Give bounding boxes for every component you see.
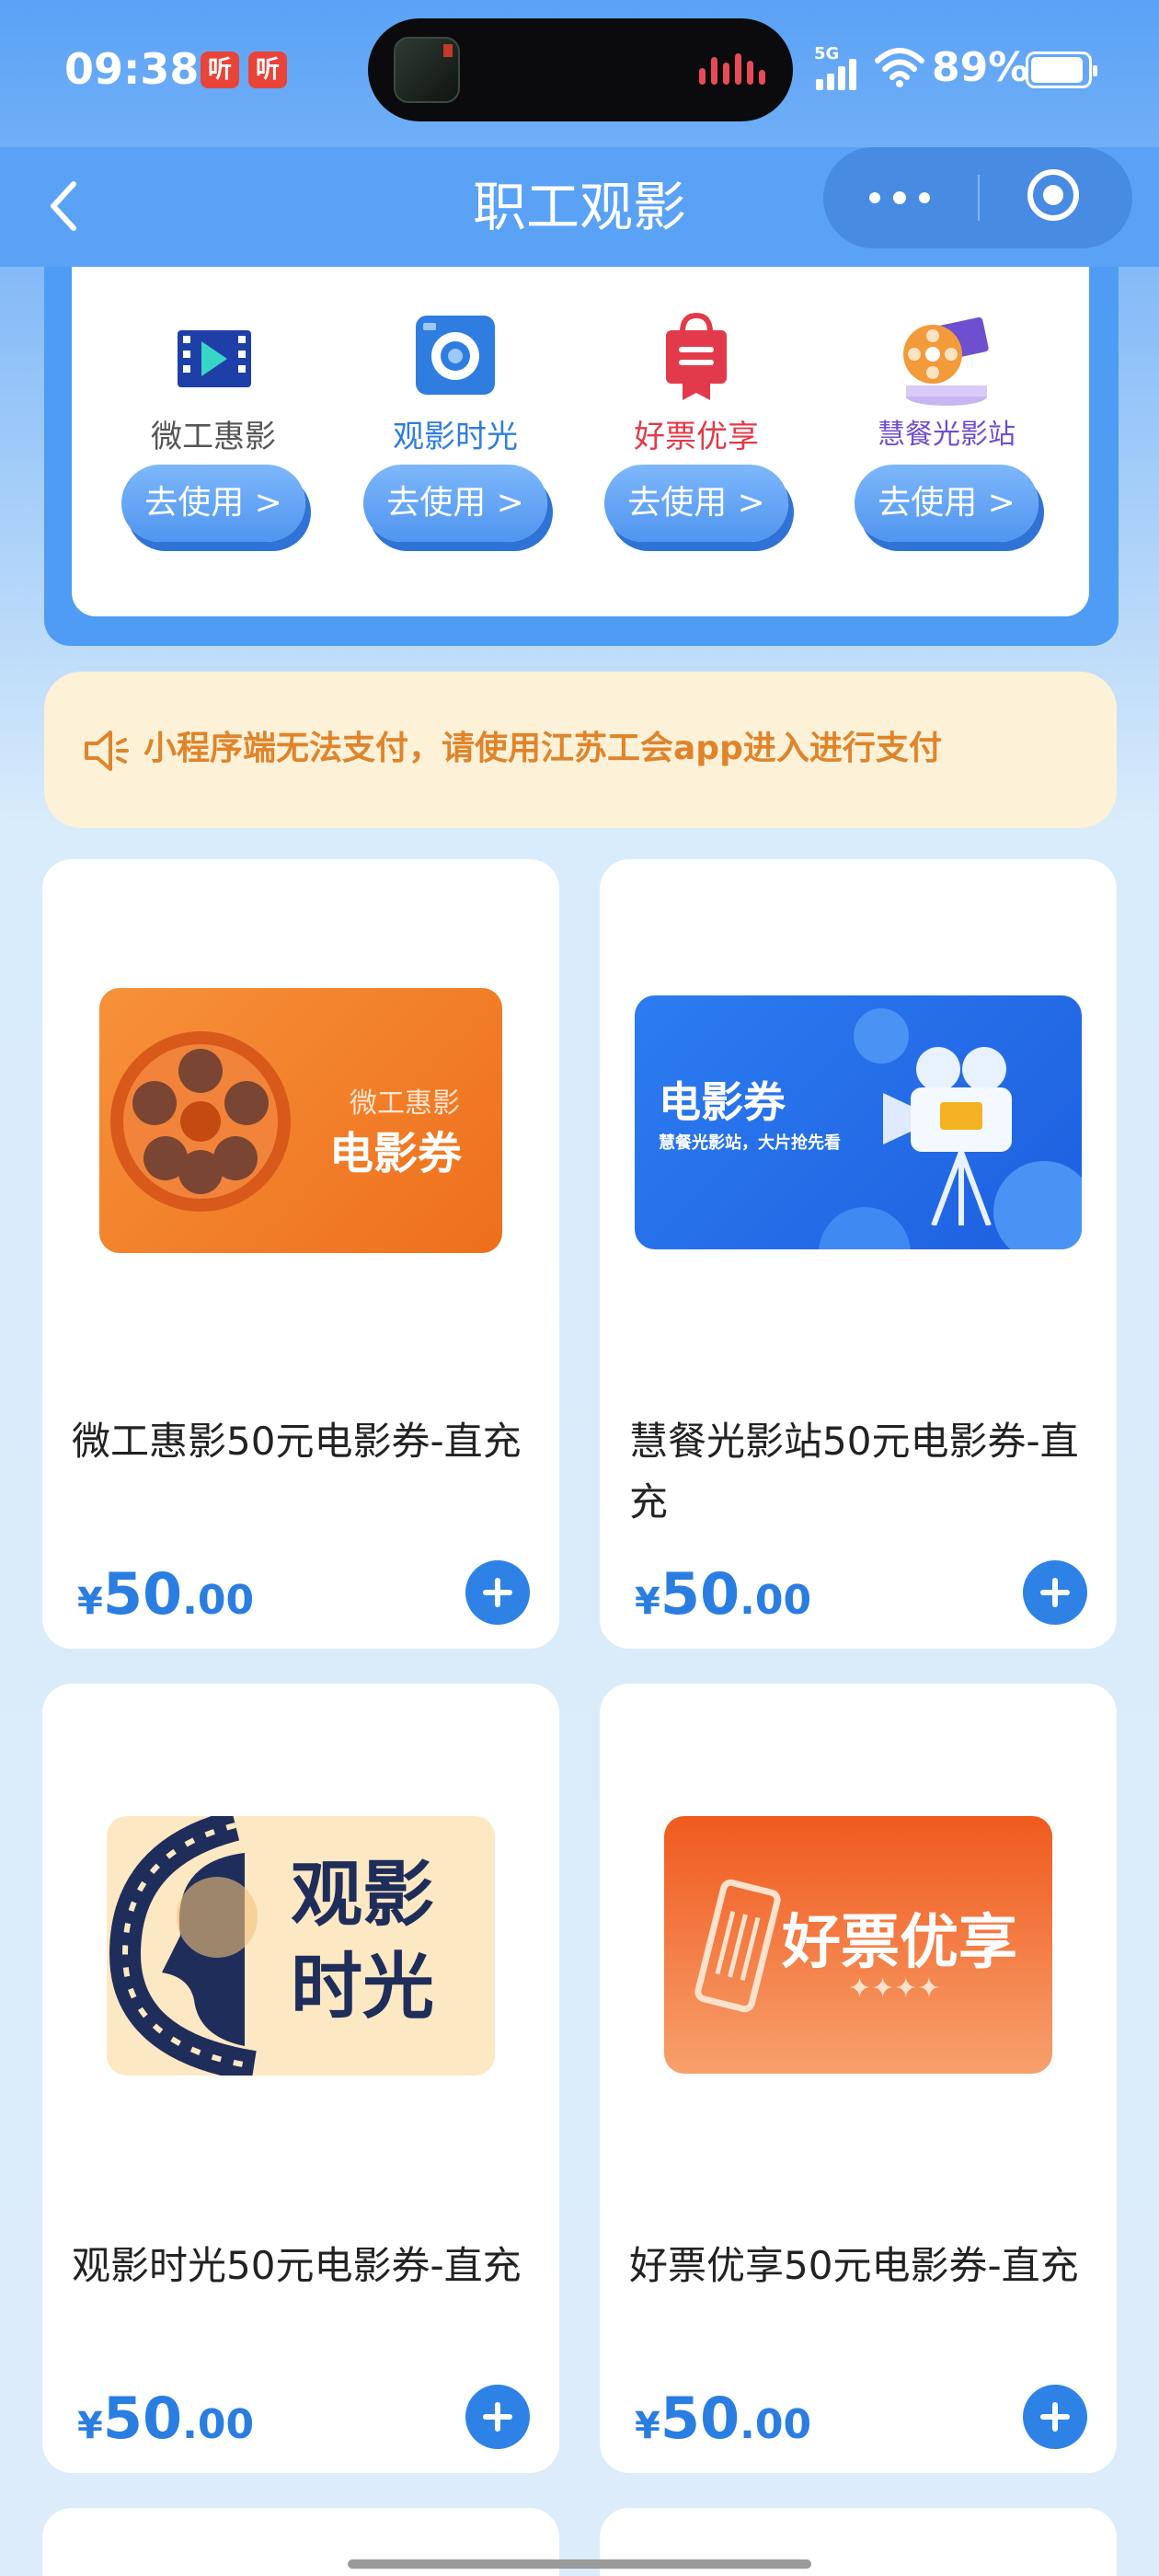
add-to-cart-button[interactable] [465,2385,530,2449]
price-symbol: ¥ [635,1581,660,1623]
product-image: 电影券 慧餐光影站，大片抢先看 [635,995,1082,1249]
image-label-text: 好票优享 [782,1909,1017,1977]
dynamic-island [368,18,793,121]
close-mini-program-button[interactable] [980,147,1132,248]
payment-notice: 小程序端无法支付，请使用江苏工会app进入进行支付 [44,672,1117,828]
channel-name: 微工惠影 [151,419,276,455]
notice-text: 小程序端无法支付，请使用江苏工会app进入进行支付 [143,730,942,767]
image-line1-text: 观影 [291,1854,435,1937]
price-integer: 50 [102,2385,183,2452]
product-price: ¥50.00 [635,2385,811,2452]
mini-program-capsule [823,147,1132,248]
channel-name: 好票优享 [634,419,759,455]
price-integer: 50 [660,1560,740,1627]
price-symbol: ¥ [77,2405,103,2447]
price-symbol: ¥ [635,2405,660,2447]
add-to-cart-button[interactable] [465,1560,530,1625]
camera-icon [416,316,495,395]
channel-guanyingshiguang: 观影时光 去使用 > [345,308,566,575]
channel-haopiaoyouxiang: 好票优享 去使用 > [586,308,807,575]
image-brand-text: 微工惠影 [350,1087,460,1120]
app-icon [394,37,460,103]
ticket-icon [694,1879,781,2013]
battery-icon [1026,52,1097,88]
product-title: 好票优享50元电影券-直充 [629,2243,1079,2288]
price-integer: 50 [660,2385,740,2452]
price-decimal: .00 [740,2401,812,2448]
image-label-text: 电影券 [659,1077,786,1127]
channel-weigonghuiying: 微工惠影 去使用 > [103,308,324,575]
status-time: 09:38 [64,44,200,94]
nav-bar: 职工观影 [0,147,1159,267]
channel-huicanguangyingzhan: 慧餐光影站 去使用 > [836,308,1057,575]
audio-wave-icon [699,50,773,92]
signal-icon: 5G [814,44,867,90]
film-reel-icon [110,1031,291,1212]
product-card[interactable]: 电影券 慧餐光影站，大片抢先看 慧餐光影站50元电影券-直充 ¥50.00 [600,859,1117,1649]
product-title: 慧餐光影站50元电影券-直充 [629,1419,1079,1524]
channel-name: 慧餐光影站 [878,419,1016,451]
battery-percent: 89% [932,44,1029,91]
product-image: 观影 时光 [107,1816,495,2076]
status-bar: 09:38 听 听 5G 89% [0,0,1159,147]
price-decimal: .00 [182,1577,255,1624]
movie-camera-icon [883,1047,1012,1225]
product-image: 微工惠影 电影券 [99,988,502,1253]
listen-badge: 听 [201,52,239,88]
speaker-icon [85,730,129,771]
film-strip-portrait-icon [109,1816,258,2076]
price-symbol: ¥ [77,1581,103,1623]
ticket-bag-icon [666,312,727,400]
use-button[interactable]: 去使用 > [363,465,547,542]
product-title: 微工惠影50元电影券-直充 [72,1419,522,1464]
film-clapper-icon [178,330,251,387]
price-decimal: .00 [182,2401,255,2448]
network-type: 5G [814,44,840,63]
product-price: ¥50.00 [635,1560,811,1627]
channel-name: 观影时光 [393,419,518,455]
use-button[interactable]: 去使用 > [855,465,1039,542]
image-line2-text: 时光 [291,1946,435,2029]
product-price: ¥50.00 [77,2385,254,2452]
product-card[interactable]: 观影 时光 观影时光50元电影券-直充 ¥50.00 [42,1684,559,2473]
product-title: 观影时光50元电影券-直充 [72,2243,522,2288]
use-button[interactable]: 去使用 > [121,465,305,542]
add-to-cart-button[interactable] [1023,1560,1087,1625]
image-deco-text: ✦✦✦✦ [848,1972,941,2005]
more-button[interactable] [823,147,978,248]
add-to-cart-button[interactable] [1023,2385,1087,2449]
wifi-icon [875,48,924,87]
product-price: ¥50.00 [77,1560,254,1627]
listen-badge: 听 [248,52,287,88]
image-label-text: 电影券 [329,1128,463,1179]
price-decimal: .00 [740,1577,812,1624]
image-tagline-text: 慧餐光影站，大片抢先看 [659,1133,841,1153]
product-image: 好票优享 ✦✦✦✦ [664,1816,1052,2074]
price-integer: 50 [102,1560,183,1627]
product-card[interactable]: 微工惠影 电影券 微工惠影50元电影券-直充 ¥50.00 [42,859,559,1649]
product-card[interactable]: 好票优享 ✦✦✦✦ 好票优享50元电影券-直充 ¥50.00 [600,1684,1117,2473]
home-indicator[interactable] [348,2559,811,2569]
film-reel-icon [903,316,989,406]
use-button[interactable]: 去使用 > [604,465,788,542]
